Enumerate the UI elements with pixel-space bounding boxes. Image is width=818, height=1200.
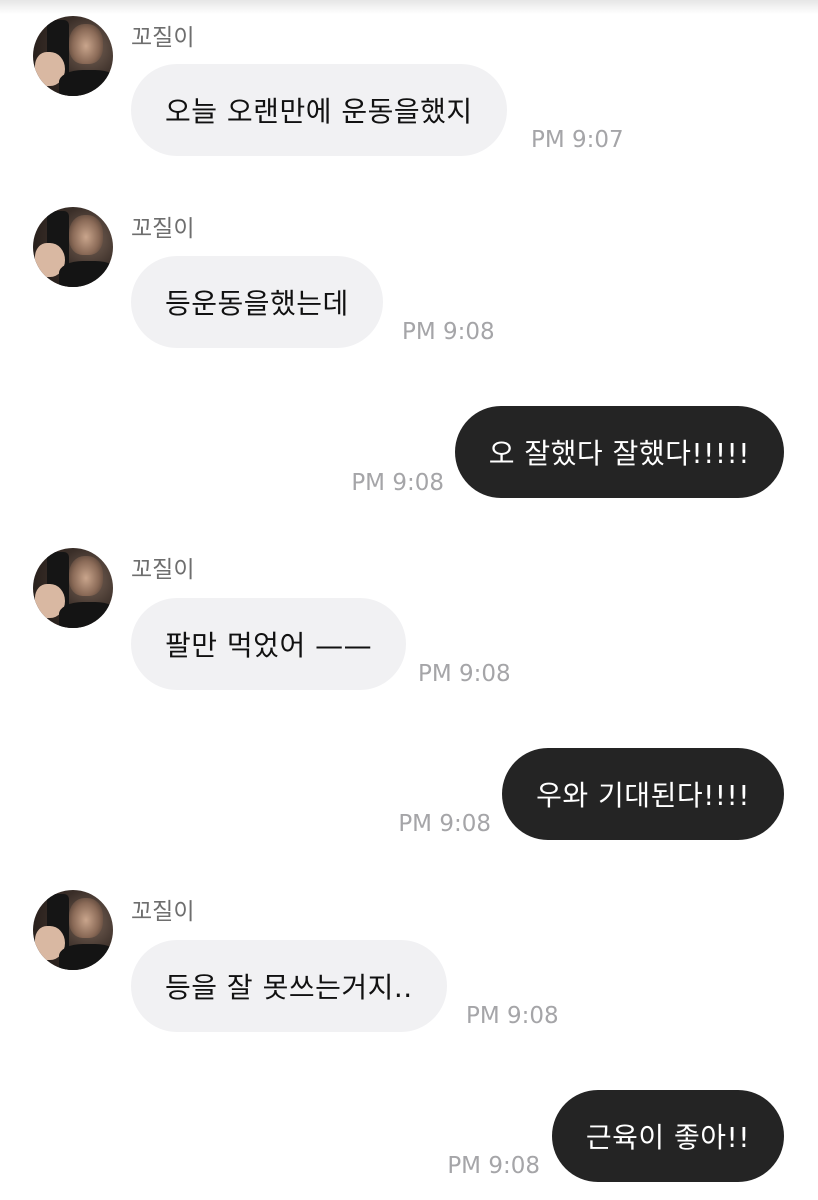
message-bubble[interactable]: 근육이 좋아!! — [551, 1090, 784, 1182]
message-bubble[interactable]: 우와 기대된다!!!! — [502, 748, 784, 840]
sender-name: 꼬질이 — [131, 216, 195, 242]
avatar[interactable] — [33, 548, 113, 628]
message-timestamp: PM 9:08 — [466, 1003, 559, 1029]
sender-name: 꼬질이 — [131, 557, 195, 583]
message-timestamp: PM 9:08 — [447, 1153, 540, 1179]
avatar[interactable] — [33, 890, 113, 970]
message-bubble[interactable]: 오늘 오랜만에 운동을했지 — [131, 64, 507, 156]
message-bubble[interactable]: 오 잘했다 잘했다!!!!! — [454, 406, 784, 498]
top-shadow — [0, 0, 818, 14]
message-bubble[interactable]: 팔만 먹었어 —— — [131, 598, 407, 690]
sender-name: 꼬질이 — [131, 899, 195, 925]
avatar[interactable] — [33, 207, 113, 287]
avatar[interactable] — [33, 16, 113, 96]
message-timestamp: PM 9:08 — [351, 470, 444, 496]
message-timestamp: PM 9:08 — [418, 661, 511, 687]
message-timestamp: PM 9:07 — [531, 127, 624, 153]
message-bubble[interactable]: 등을 잘 못쓰는거지.. — [131, 940, 447, 1032]
message-timestamp: PM 9:08 — [398, 811, 491, 837]
message-bubble[interactable]: 등운동을했는데 — [131, 256, 383, 348]
message-timestamp: PM 9:08 — [402, 319, 495, 345]
sender-name: 꼬질이 — [131, 25, 195, 51]
